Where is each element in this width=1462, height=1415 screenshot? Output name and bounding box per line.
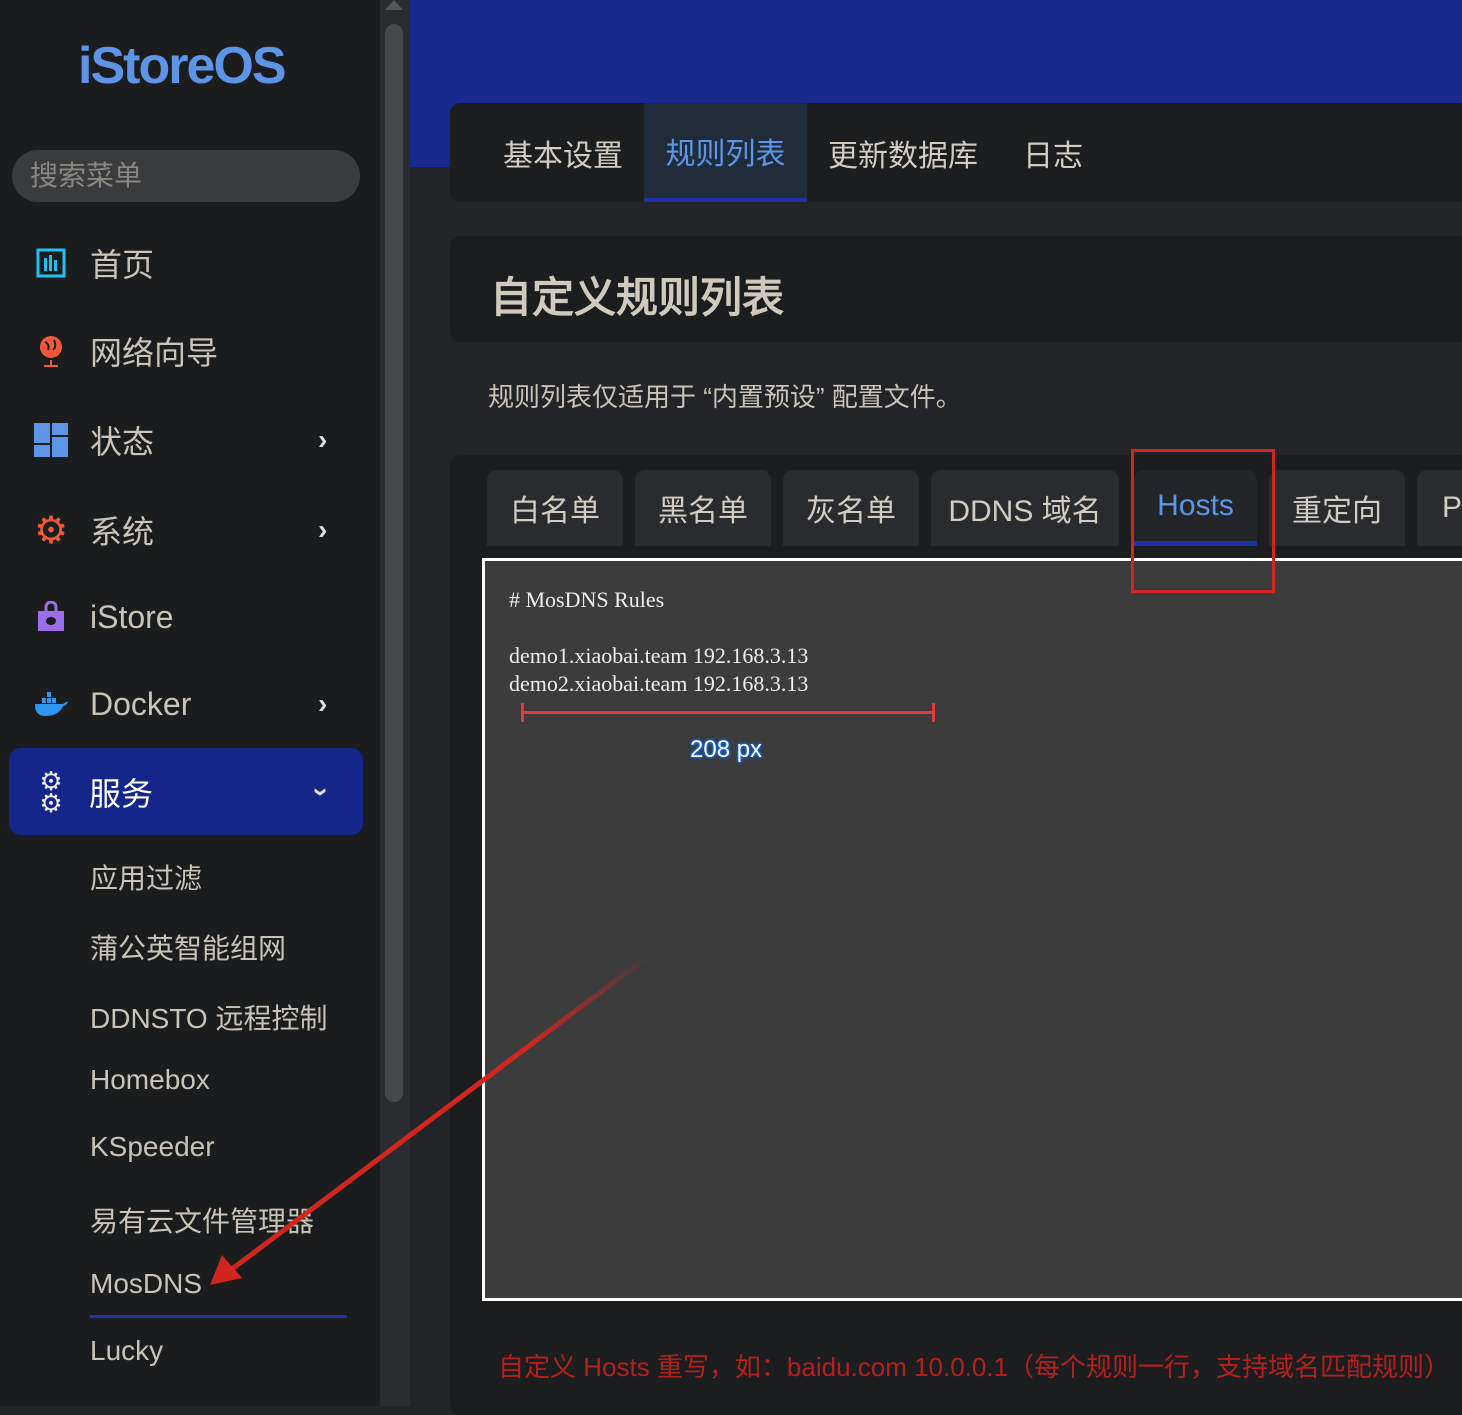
tab-blacklist[interactable]: 黑名单	[635, 470, 771, 546]
tab-rule-list[interactable]: 规则列表	[644, 103, 807, 202]
annotation-measure-line	[521, 703, 935, 722]
tab-update-database[interactable]: 更新数据库	[813, 103, 993, 202]
page-description: 规则列表仅适用于 “内置预设” 配置文件。	[488, 382, 962, 412]
chevron-right-icon: ›	[318, 514, 328, 545]
tab-basic-settings[interactable]: 基本设置	[483, 103, 643, 202]
nav-system[interactable]: ⚙ 系统 ›	[0, 500, 380, 560]
annotation-measure-label: 208 px	[690, 736, 763, 763]
chevron-right-icon: ›	[318, 688, 328, 719]
globe-icon	[34, 334, 68, 368]
hosts-hint: 自定义 Hosts 重写，如：baidu.com 10.0.0.1（每个规则一行…	[498, 1352, 1451, 1382]
nav-label: 状态	[90, 424, 155, 460]
service-linkease[interactable]: 易有云文件管理器	[90, 1200, 314, 1240]
nav-services[interactable]: ⚙ ⚙ 服务 ›	[9, 748, 363, 835]
service-mosdns[interactable]: MosDNS	[90, 1268, 202, 1300]
nav-label: iStore	[90, 598, 174, 635]
service-homebox[interactable]: Homebox	[90, 1064, 210, 1096]
service-kspeeder[interactable]: KSpeeder	[90, 1131, 215, 1163]
nav-istore[interactable]: iStore	[0, 587, 380, 647]
nav-label: 首页	[90, 247, 155, 283]
chevron-right-icon: ›	[318, 424, 328, 455]
tab-redirect[interactable]: 重定向	[1269, 470, 1405, 546]
scrollbar-thumb[interactable]	[385, 24, 403, 1102]
nav-label: Docker	[90, 685, 192, 722]
tab-logs[interactable]: 日志	[1005, 103, 1101, 202]
nav-docker[interactable]: Docker ›	[0, 674, 380, 734]
hosts-rules-editor[interactable]: # MosDNS Rules demo1.xiaobai.team 192.16…	[482, 558, 1462, 1301]
sidebar: iStoreOS 首页 网络向导 状态 › ⚙ 系统 › iStore Dock…	[0, 0, 380, 1406]
tab-ddns-domains[interactable]: DDNS 域名	[931, 470, 1119, 546]
service-lucky[interactable]: Lucky	[90, 1335, 163, 1367]
scroll-up-arrow-icon[interactable]	[385, 0, 403, 10]
tab-whitelist[interactable]: 白名单	[487, 470, 623, 546]
dashboard-icon	[34, 246, 68, 280]
nav-label: 网络向导	[90, 335, 219, 371]
active-indicator	[90, 1315, 347, 1318]
nav-home[interactable]: 首页	[0, 233, 380, 293]
shopping-bag-icon	[34, 600, 68, 634]
nav-network-wizard[interactable]: 网络向导	[0, 321, 380, 381]
tab-greylist[interactable]: 灰名单	[783, 470, 919, 546]
service-app-filter[interactable]: 应用过滤	[90, 857, 202, 897]
annotation-highlight-box	[1131, 449, 1275, 593]
docker-icon	[34, 687, 68, 721]
gears-icon: ⚙ ⚙	[39, 765, 63, 818]
istoreos-logo[interactable]: iStoreOS	[78, 36, 286, 96]
chevron-down-icon: ›	[306, 786, 338, 797]
page-title: 自定义规则列表	[490, 274, 785, 321]
tab-pt[interactable]: PT	[1417, 470, 1462, 546]
nav-label: 系统	[90, 514, 155, 550]
search-menu-input[interactable]	[12, 150, 360, 202]
nav-label: 服务	[89, 775, 154, 812]
nav-status[interactable]: 状态 ›	[0, 410, 380, 470]
grid-icon	[34, 423, 68, 457]
service-pgyvpn[interactable]: 蒲公英智能组网	[90, 927, 286, 967]
service-ddnsto[interactable]: DDNSTO 远程控制	[90, 997, 328, 1037]
gear-icon: ⚙	[33, 509, 69, 552]
